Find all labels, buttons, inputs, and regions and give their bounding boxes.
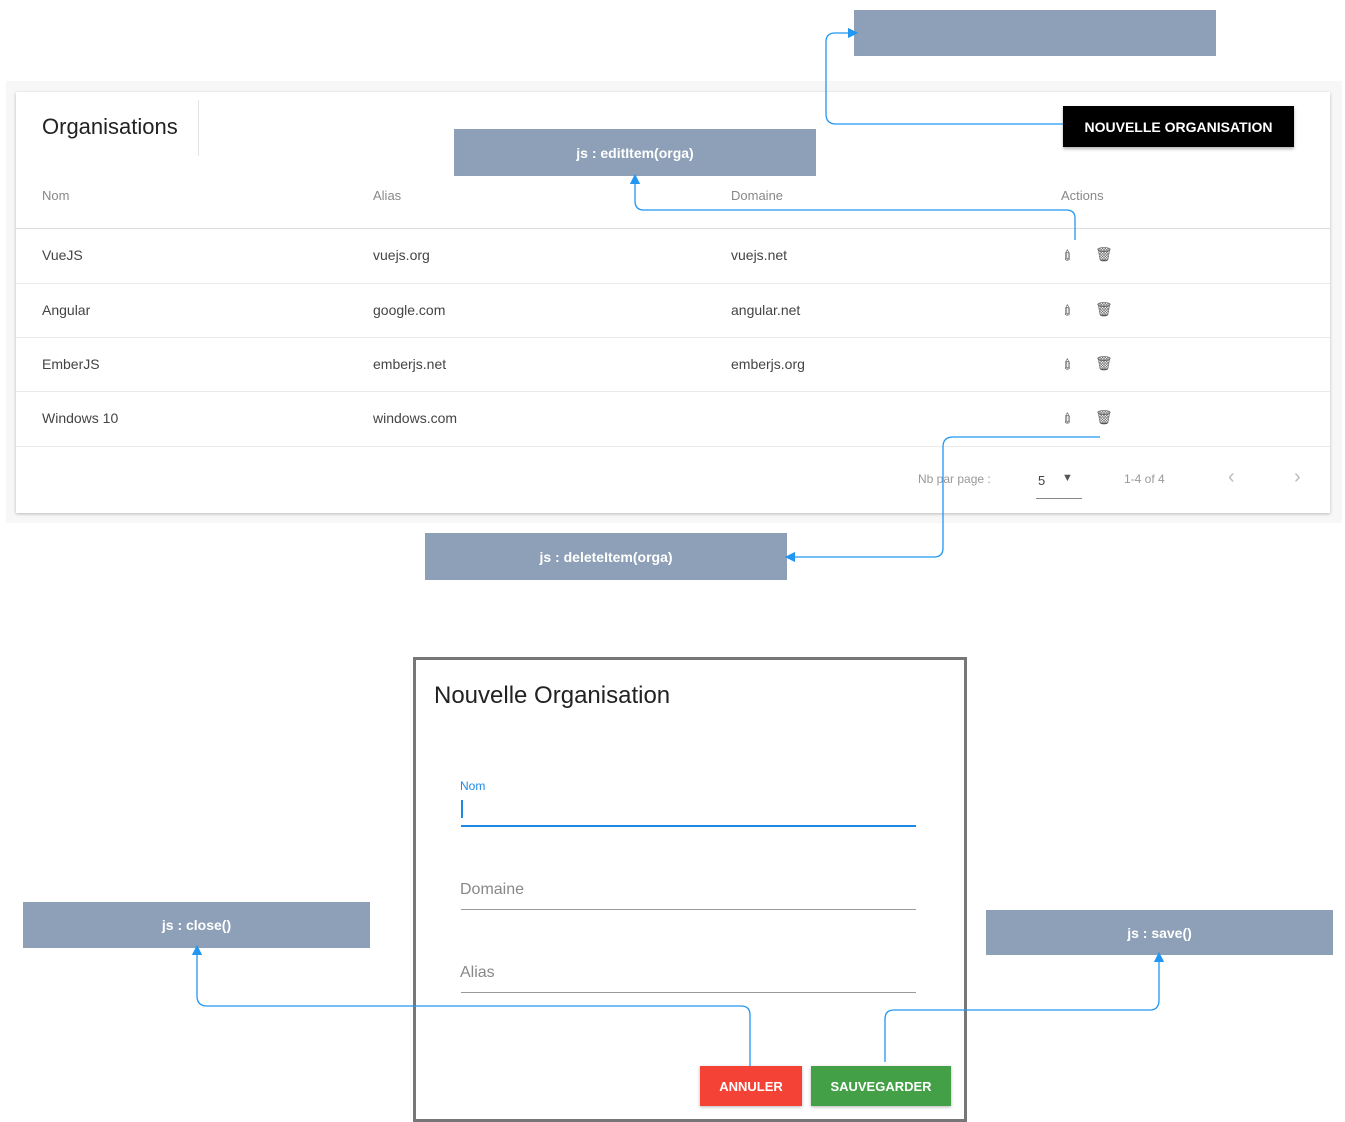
cancel-button[interactable]: ANNULER xyxy=(700,1066,802,1106)
delete-trash-icon[interactable]: 🗑 xyxy=(1095,246,1113,263)
pagination-range: 1-4 of 4 xyxy=(1124,472,1165,486)
domaine-input-underline xyxy=(461,909,916,910)
nom-input[interactable] xyxy=(461,796,916,826)
cell-domaine: vuejs.net xyxy=(731,247,788,263)
cell-domaine: angular.net xyxy=(731,302,801,318)
cell-nom: Angular xyxy=(42,302,91,318)
caret-down-icon: ▼ xyxy=(1062,472,1073,484)
annotation-edit: js : editItem(orga) xyxy=(454,129,816,176)
column-header-alias[interactable]: Alias xyxy=(373,188,401,203)
per-page-label: Nb par page : xyxy=(918,472,991,486)
edit-pencil-icon[interactable]: ✎ xyxy=(1058,354,1078,374)
annotation-delete: js : deleteItem(orga) xyxy=(425,533,787,580)
cell-alias: google.com xyxy=(373,302,446,318)
row-divider xyxy=(16,391,1330,392)
chevron-right-icon[interactable]: › xyxy=(1294,466,1301,489)
annotation-box-empty xyxy=(854,10,1216,56)
edit-pencil-icon[interactable]: ✎ xyxy=(1058,245,1078,265)
alias-input[interactable]: Alias xyxy=(460,964,495,982)
column-header-nom[interactable]: Nom xyxy=(42,188,69,203)
delete-trash-icon[interactable]: 🗑 xyxy=(1095,355,1113,372)
alias-input-underline xyxy=(461,992,916,993)
delete-trash-icon[interactable]: 🗑 xyxy=(1095,301,1113,318)
page-title: Organisations xyxy=(42,114,178,139)
cell-nom: EmberJS xyxy=(42,356,100,372)
cell-nom: Windows 10 xyxy=(42,410,119,426)
column-header-domaine[interactable]: Domaine xyxy=(731,188,783,203)
cell-nom: VueJS xyxy=(42,247,83,263)
header-divider xyxy=(16,228,1330,229)
nom-input-underline xyxy=(461,825,916,827)
cell-alias: vuejs.org xyxy=(373,247,430,263)
dialog-title: Nouvelle Organisation xyxy=(434,682,671,709)
annotation-close: js : close() xyxy=(23,902,370,948)
per-page-value: 5 xyxy=(1038,473,1046,488)
row-divider xyxy=(16,337,1330,338)
cell-alias: emberjs.net xyxy=(373,356,447,372)
new-organisation-button[interactable]: NOUVELLE ORGANISATION xyxy=(1063,106,1294,147)
column-header-actions: Actions xyxy=(1061,188,1104,203)
annotation-save: js : save() xyxy=(986,910,1333,955)
cell-domaine: emberjs.org xyxy=(731,356,805,372)
domaine-input[interactable]: Domaine xyxy=(460,881,524,899)
edit-pencil-icon[interactable]: ✎ xyxy=(1058,408,1078,428)
row-divider xyxy=(16,283,1330,284)
delete-trash-icon[interactable]: 🗑 xyxy=(1095,409,1113,426)
cell-alias: windows.com xyxy=(373,410,458,426)
chevron-left-icon[interactable]: ‹ xyxy=(1228,466,1235,489)
row-divider xyxy=(16,446,1330,447)
edit-pencil-icon[interactable]: ✎ xyxy=(1058,300,1078,320)
save-button[interactable]: SAUVEGARDER xyxy=(811,1066,951,1106)
nom-field-label: Nom xyxy=(460,779,486,793)
per-page-select[interactable]: 5 ▼ xyxy=(1036,472,1082,499)
title-divider xyxy=(198,100,199,156)
